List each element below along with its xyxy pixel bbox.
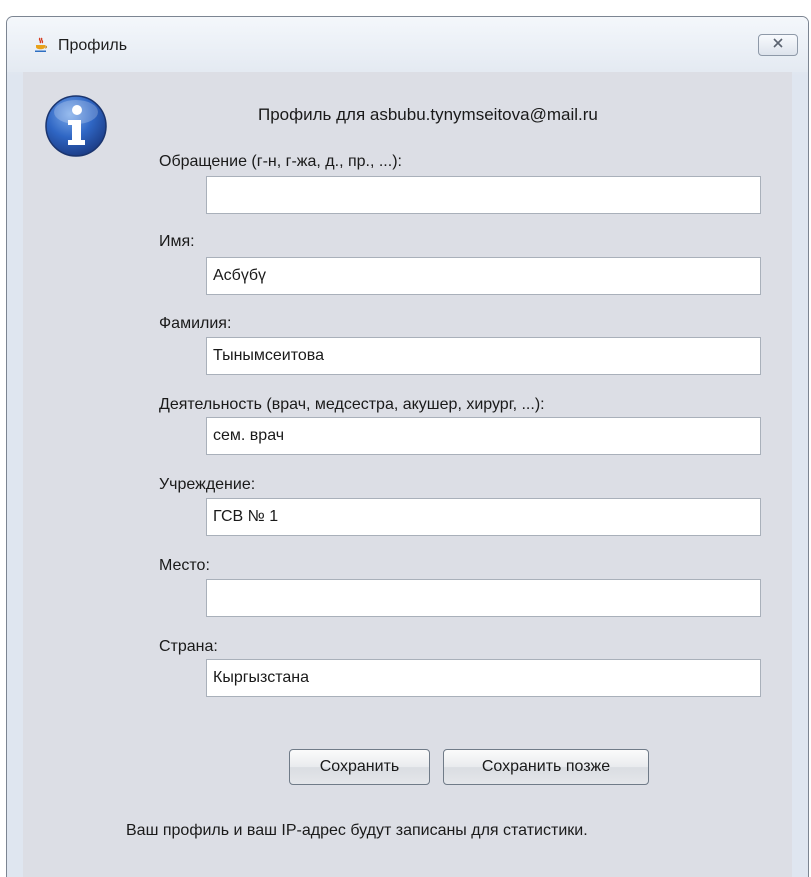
occupation-label: Деятельность (врач, медсестра, акушер, х… bbox=[159, 396, 545, 413]
save-button[interactable]: Сохранить bbox=[289, 749, 430, 785]
place-input[interactable] bbox=[206, 579, 761, 617]
country-label: Страна: bbox=[159, 638, 218, 655]
last-name-label: Фамилия: bbox=[159, 315, 232, 332]
profile-heading: Профиль для asbubu.tynymseitova@mail.ru bbox=[258, 105, 598, 124]
statistics-notice: Ваш профиль и ваш IP-адрес будут записан… bbox=[126, 822, 588, 839]
info-icon bbox=[44, 94, 108, 158]
institution-input[interactable]: ГСВ № 1 bbox=[206, 498, 761, 536]
first-name-label: Имя: bbox=[159, 233, 195, 250]
occupation-input[interactable]: сем. врач bbox=[206, 417, 761, 455]
first-name-input[interactable]: Асбүбү bbox=[206, 257, 761, 295]
title-bar[interactable]: Профиль bbox=[7, 17, 808, 72]
salutation-input[interactable] bbox=[206, 176, 761, 214]
save-later-button[interactable]: Сохранить позже bbox=[443, 749, 649, 785]
java-cup-icon bbox=[33, 37, 49, 53]
institution-label: Учреждение: bbox=[159, 476, 256, 493]
last-name-input[interactable]: Тынымсеитова bbox=[206, 337, 761, 375]
country-input[interactable]: Кыргызстана bbox=[206, 659, 761, 697]
place-label: Место: bbox=[159, 557, 210, 574]
close-button[interactable] bbox=[758, 34, 798, 56]
salutation-label: Обращение (г-н, г-жа, д., пр., ...): bbox=[159, 153, 402, 170]
window-title: Профиль bbox=[58, 37, 128, 54]
close-icon bbox=[771, 36, 785, 54]
